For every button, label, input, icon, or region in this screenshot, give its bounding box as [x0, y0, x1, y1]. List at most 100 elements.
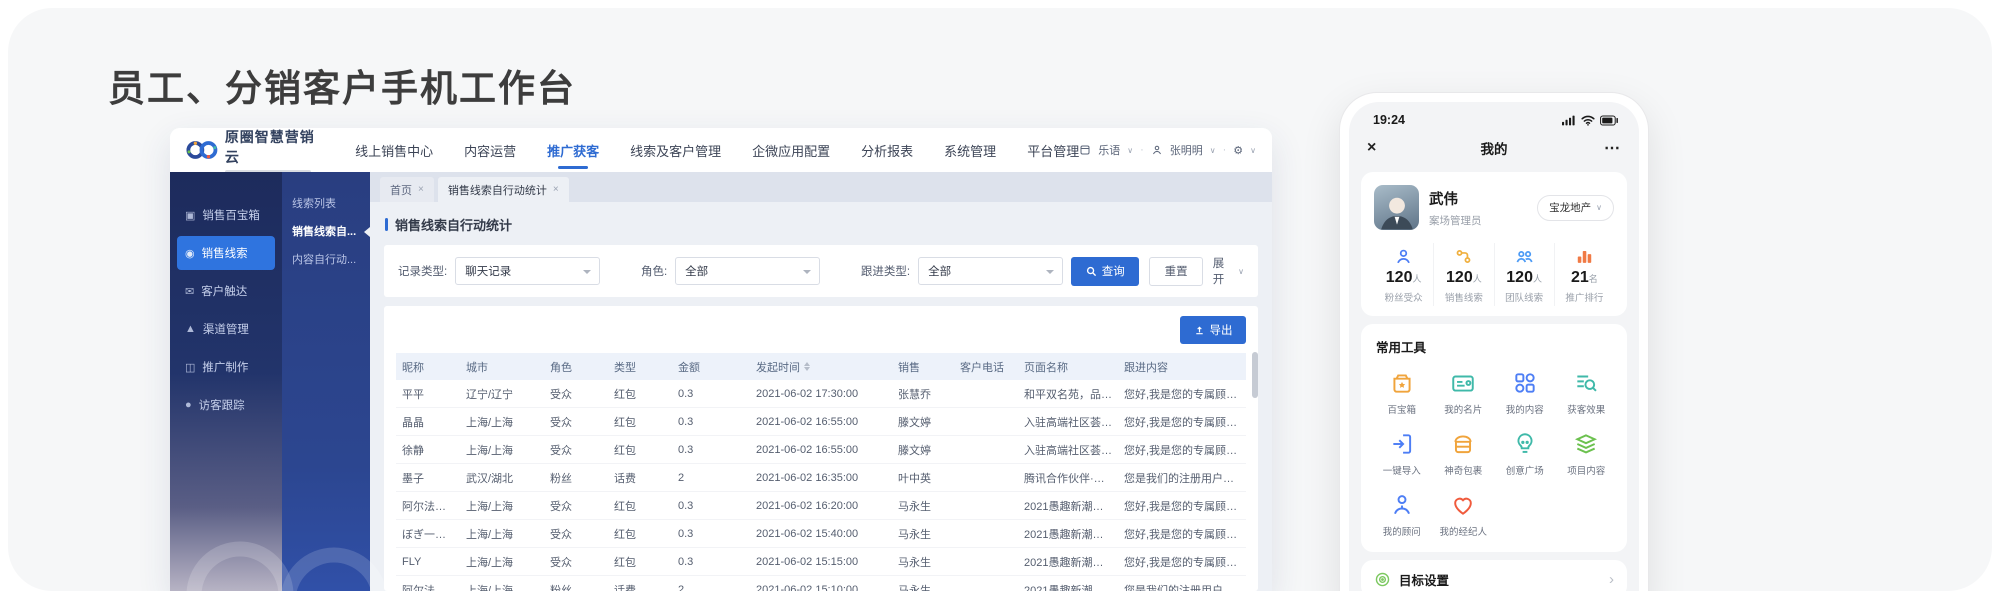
- follow-type-select[interactable]: 全部: [918, 257, 1063, 285]
- col-amount[interactable]: 金额: [672, 359, 750, 375]
- nav-item-leads-customers[interactable]: 线索及客户管理: [630, 141, 721, 160]
- search-button[interactable]: 查询: [1071, 257, 1139, 286]
- expand-toggle[interactable]: 展开 ∨: [1213, 255, 1244, 287]
- cell-time: 2021-06-02 16:55:00: [750, 444, 892, 456]
- sidebar-item-promo-maker[interactable]: ◫推广制作: [177, 350, 275, 384]
- logo-rings-icon: [186, 138, 218, 162]
- tab-home[interactable]: 首页 ×: [380, 177, 434, 202]
- cell-nickname: 徐静: [396, 442, 460, 458]
- table-row[interactable]: 阿尔法女孩 上海/上海 粉丝 话费 2 2021-06-02 15:10:00 …: [396, 576, 1246, 591]
- close-icon[interactable]: ×: [553, 184, 559, 195]
- tab-bar: 首页 × 销售线索自行动统计 ×: [370, 172, 1272, 202]
- org-name: 宝龙地产: [1549, 200, 1591, 215]
- nav-item-promotion[interactable]: 推广获客: [547, 141, 599, 160]
- cell-sales: 马永生: [892, 554, 954, 570]
- nav-item-wecom-config[interactable]: 企微应用配置: [752, 141, 830, 160]
- sidebar-item-customer-reach[interactable]: ✉客户触达: [177, 274, 275, 308]
- col-phone[interactable]: 客户电话: [954, 359, 1018, 375]
- section-title: 销售线索自行动统计: [385, 215, 1272, 234]
- stat-unit: 人: [1473, 274, 1482, 284]
- sidebar-item-visitor-track[interactable]: ●访客跟踪: [177, 388, 275, 422]
- nav-item-system[interactable]: 系统管理: [944, 141, 996, 160]
- stats-row: 120人 粉丝受众 120人 销售线索 120人 团队线索: [1374, 243, 1614, 306]
- cell-time: 2021-06-02 16:20:00: [750, 500, 892, 512]
- col-type[interactable]: 类型: [608, 359, 672, 375]
- cell-content: 您好,我是您的专属顾问马永生,欢...: [1118, 554, 1246, 570]
- table-scrollbar[interactable]: [1252, 352, 1258, 398]
- table-row[interactable]: FLY 上海/上海 受众 红包 0.3 2021-06-02 15:15:00 …: [396, 548, 1246, 576]
- role-select[interactable]: 全部: [675, 257, 820, 285]
- tab-lead-activity-stats[interactable]: 销售线索自行动统计 ×: [438, 177, 569, 202]
- follow-type-label: 跟进类型:: [861, 263, 910, 279]
- cell-sales: 滕文婷: [892, 442, 954, 458]
- tool-creative-plaza[interactable]: 创意广场: [1494, 431, 1556, 477]
- cell-sales: 马永生: [892, 526, 954, 542]
- submenu-item-lead-activity[interactable]: 销售线索自...: [282, 218, 370, 246]
- col-city[interactable]: 城市: [460, 359, 544, 375]
- table-row[interactable]: 墨子 武汉/湖北 粉丝 话费 2 2021-06-02 16:35:00 叶中英…: [396, 464, 1246, 492]
- sidebar-item-sales-leads[interactable]: ◉销售线索: [177, 236, 275, 270]
- tool-project-content[interactable]: 项目内容: [1556, 431, 1618, 477]
- submenu-item-lead-list[interactable]: 线索列表: [282, 190, 370, 218]
- tool-one-click-import[interactable]: 一键导入: [1371, 431, 1433, 477]
- sidebar-item-channel[interactable]: ▲渠道管理: [177, 312, 275, 346]
- col-content[interactable]: 跟进内容: [1118, 359, 1246, 375]
- nav-item-content-ops[interactable]: 内容运营: [464, 141, 516, 160]
- triangle-icon: ▲: [185, 323, 196, 335]
- cell-content: 您好,我是您的专属顾问滕文婷,欢...: [1118, 414, 1246, 430]
- user-menu[interactable]: 张明明: [1170, 142, 1203, 158]
- tool-my-agent[interactable]: 我的经纪人: [1433, 492, 1495, 538]
- tools-grid: 百宝箱 我的名片 我的内容 获客效果: [1371, 370, 1617, 538]
- table-row[interactable]: 晶晶 上海/上海 受众 红包 0.3 2021-06-02 16:55:00 滕…: [396, 408, 1246, 436]
- col-time[interactable]: 发起时间: [750, 359, 892, 375]
- cell-amount: 0.3: [672, 444, 750, 456]
- col-role[interactable]: 角色: [544, 359, 608, 375]
- workspace-switcher[interactable]: 乐语: [1098, 142, 1120, 158]
- submenu-item-content-activity[interactable]: 内容自行动...: [282, 246, 370, 274]
- col-nickname[interactable]: 昵称: [396, 359, 460, 375]
- envelope-icon: ✉: [185, 285, 194, 298]
- cell-city: 上海/上海: [460, 554, 544, 570]
- table-row[interactable]: 阿尔法女孩 上海/上海 受众 红包 0.3 2021-06-02 16:20:0…: [396, 492, 1246, 520]
- export-button[interactable]: 导出: [1180, 316, 1246, 344]
- tool-my-advisor[interactable]: 我的顾问: [1371, 492, 1433, 538]
- profile-card: 武伟 案场管理员 宝龙地产 ∨ 120人 粉丝受众: [1361, 172, 1627, 316]
- table-row[interactable]: 平平 辽宁/辽宁 受众 红包 0.3 2021-06-02 17:30:00 张…: [396, 380, 1246, 408]
- record-type-select[interactable]: 聊天记录: [455, 257, 600, 285]
- tool-my-card[interactable]: 我的名片: [1433, 370, 1495, 416]
- gear-icon[interactable]: ⚙: [1233, 144, 1243, 157]
- table-row[interactable]: ぼぎ一船娘 上海/上海 受众 红包 0.3 2021-06-02 15:40:0…: [396, 520, 1246, 548]
- sidebar-item-toolbox[interactable]: ▣销售百宝箱: [177, 198, 275, 232]
- col-page[interactable]: 页面名称: [1018, 359, 1118, 375]
- stat-team-leads[interactable]: 120人 团队线索: [1494, 243, 1554, 306]
- col-sales[interactable]: 销售: [892, 359, 954, 375]
- reset-button[interactable]: 重置: [1149, 257, 1202, 286]
- close-icon[interactable]: ×: [1367, 139, 1376, 157]
- user-toolbar: 乐语 ∨ · 张明明 ∨ · ⚙ ∨: [1079, 142, 1256, 158]
- sort-icon[interactable]: [804, 362, 810, 371]
- tool-label: 百宝箱: [1387, 402, 1416, 416]
- tool-lead-results[interactable]: 获客效果: [1556, 370, 1618, 416]
- nav-item-online-sales[interactable]: 线上销售中心: [355, 141, 433, 160]
- logo-name: 原圈智慧营销云: [225, 128, 323, 167]
- nav-item-reports[interactable]: 分析报表: [861, 141, 913, 160]
- more-icon[interactable]: ⋯: [1604, 138, 1621, 158]
- chevron-down-icon: ∨: [1238, 267, 1244, 276]
- cell-page: 入驻高端社区荟景湾，金...: [1018, 442, 1118, 458]
- stat-sales-leads[interactable]: 120人 销售线索: [1433, 243, 1493, 306]
- stat-promo-rank[interactable]: 21名 推广排行: [1554, 243, 1614, 306]
- tool-my-content[interactable]: 我的内容: [1494, 370, 1556, 416]
- goal-settings-row[interactable]: 目标设置 ›: [1361, 560, 1627, 591]
- org-selector[interactable]: 宝龙地产 ∨: [1537, 195, 1614, 221]
- tool-magic-package[interactable]: 神奇包裹: [1433, 431, 1495, 477]
- avatar[interactable]: [1374, 185, 1419, 230]
- stat-value: 120: [1506, 269, 1533, 286]
- stat-value: 120: [1386, 269, 1413, 286]
- nav-item-platform[interactable]: 平台管理: [1027, 141, 1079, 160]
- cell-amount: 0.3: [672, 388, 750, 400]
- stat-fans[interactable]: 120人 粉丝受众: [1374, 243, 1433, 306]
- sidebars: ▣销售百宝箱 ◉销售线索 ✉客户触达 ▲渠道管理 ◫推广制作 ●访客跟踪 线索列…: [170, 172, 370, 591]
- close-icon[interactable]: ×: [418, 184, 424, 195]
- table-row[interactable]: 徐静 上海/上海 受众 红包 0.3 2021-06-02 16:55:00 滕…: [396, 436, 1246, 464]
- tool-treasure-box[interactable]: 百宝箱: [1371, 370, 1433, 416]
